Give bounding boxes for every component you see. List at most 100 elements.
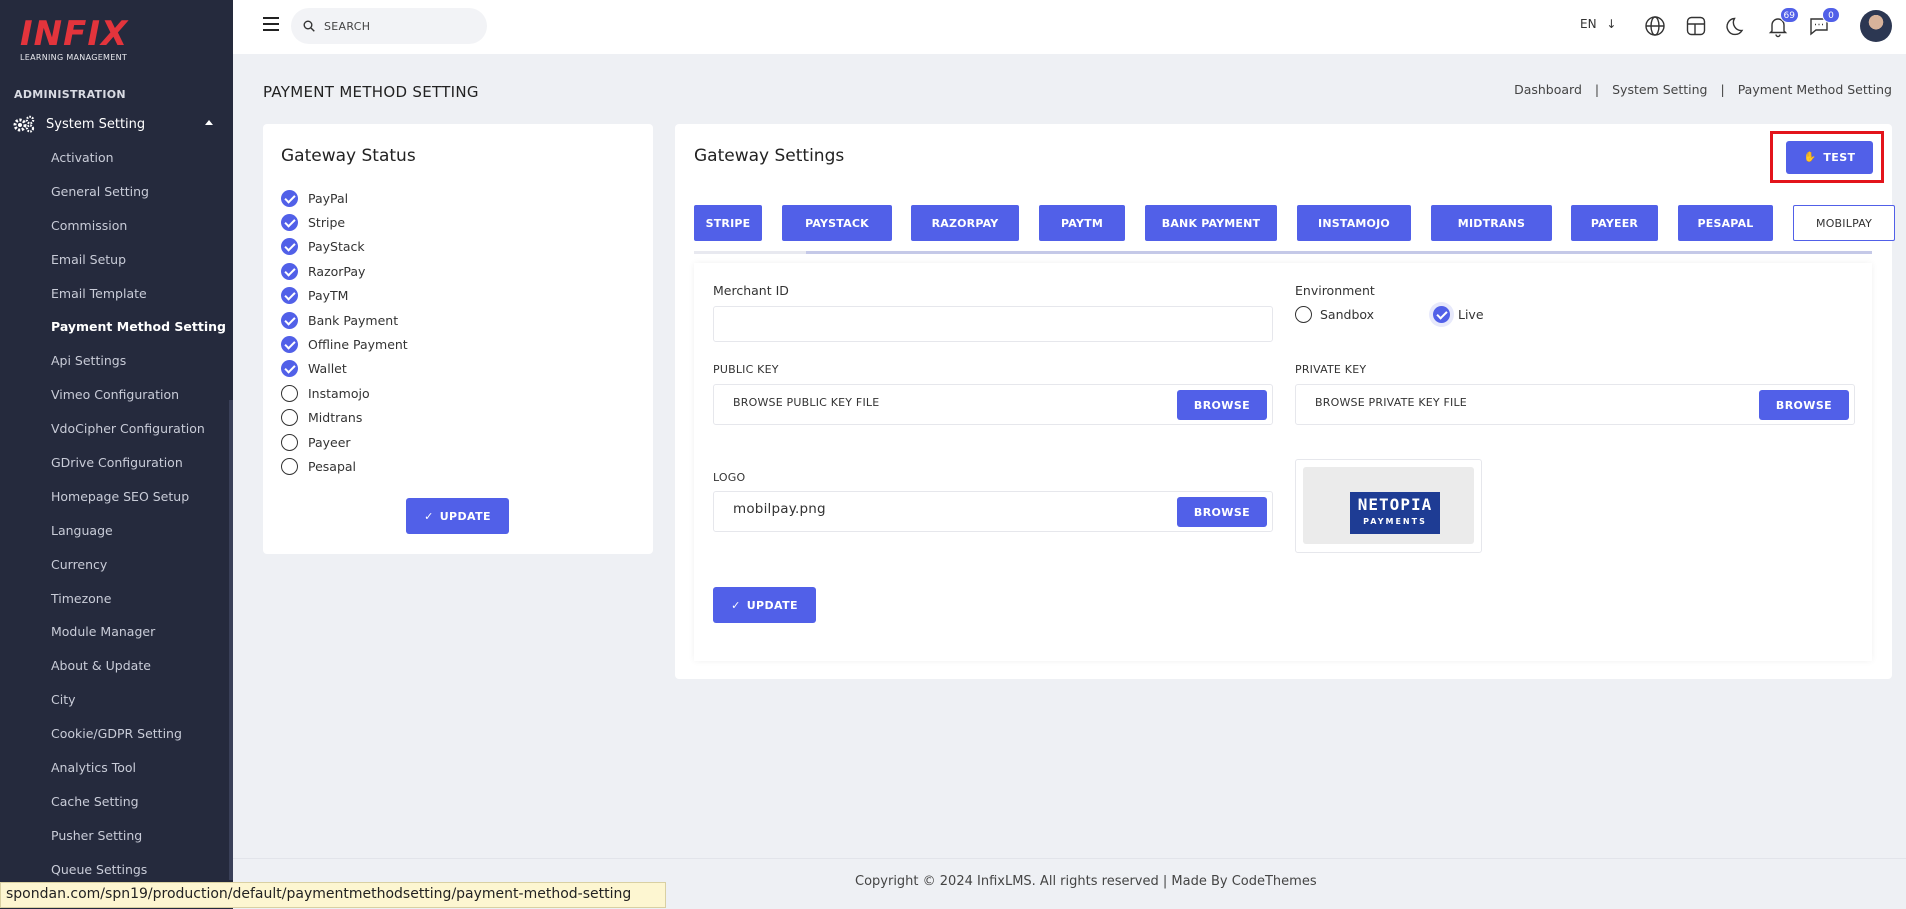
- sidebar-item-gdrive-configuration[interactable]: GDrive Configuration: [51, 452, 226, 486]
- tab-midtrans[interactable]: MIDTRANS: [1431, 205, 1552, 241]
- sidebar-item-email-setup[interactable]: Email Setup: [51, 249, 226, 283]
- footer-copyright: Copyright © 2024 InfixLMS. All rights re…: [855, 874, 1317, 889]
- tab-paytm[interactable]: PAYTM: [1039, 205, 1125, 241]
- tab-pesapal[interactable]: PESAPAL: [1678, 205, 1773, 241]
- sidebar-item-currency[interactable]: Currency: [51, 554, 226, 588]
- notification-bell-icon[interactable]: 69: [1766, 7, 1799, 38]
- environment-live-radio[interactable]: Live: [1433, 306, 1484, 323]
- gateway-status-label: Pesapal: [308, 458, 357, 474]
- brand-name: INFIX: [20, 14, 129, 54]
- tab-paystack[interactable]: PAYSTACK: [782, 205, 892, 241]
- sidebar-item-analytics-tool[interactable]: Analytics Tool: [51, 757, 226, 791]
- brand-logo[interactable]: INFIX LEARNING MANAGEMENT: [20, 16, 140, 66]
- sidebar-item-cache-setting[interactable]: Cache Setting: [51, 791, 226, 825]
- gateway-status-label: Stripe: [308, 215, 346, 231]
- gateway-status-item[interactable]: Payeer: [281, 430, 408, 454]
- gateway-status-item[interactable]: PayPal: [281, 186, 408, 210]
- gateway-settings-update-button[interactable]: ✓ UPDATE: [713, 587, 816, 623]
- sidebar-item-vdocipher-configuration[interactable]: VdoCipher Configuration: [51, 418, 226, 452]
- language-selector[interactable]: EN ↓: [1580, 17, 1616, 31]
- gateway-status-label: Payeer: [308, 434, 351, 450]
- sidebar-item-activation[interactable]: Activation: [51, 147, 226, 181]
- gateway-status-item[interactable]: PayStack: [281, 235, 408, 259]
- gateway-status-update-button[interactable]: ✓ UPDATE: [406, 498, 509, 534]
- gateway-status-item[interactable]: Midtrans: [281, 406, 408, 430]
- sidebar-scrollbar[interactable]: [229, 400, 233, 880]
- merchant-id-input[interactable]: [714, 307, 1272, 341]
- sidebar-item-timezone[interactable]: Timezone: [51, 588, 226, 622]
- brand-subtitle: LEARNING MANAGEMENT: [20, 53, 128, 62]
- sidebar-item-payment-method-setting[interactable]: Payment Method Setting: [51, 316, 226, 350]
- sidebar-group-system-setting[interactable]: System Setting: [12, 114, 217, 134]
- checkbox-unchecked-icon[interactable]: [281, 409, 298, 427]
- checkbox-checked-icon[interactable]: [281, 262, 298, 280]
- search-input[interactable]: [324, 19, 474, 33]
- checkbox-checked-icon[interactable]: [281, 311, 298, 329]
- logo-preview-image: NETOPIA PAYMENTS: [1303, 467, 1474, 544]
- public-key-browse-button[interactable]: BROWSE: [1177, 390, 1267, 420]
- gateway-status-item[interactable]: Stripe: [281, 210, 408, 234]
- sidebar-item-module-manager[interactable]: Module Manager: [51, 621, 226, 655]
- logo-browse-button[interactable]: BROWSE: [1177, 497, 1267, 527]
- message-icon[interactable]: 0: [1807, 7, 1840, 38]
- sidebar-item-pusher-setting[interactable]: Pusher Setting: [51, 825, 226, 859]
- radio-unchecked-icon: [1295, 306, 1312, 323]
- sidebar-item-api-settings[interactable]: Api Settings: [51, 350, 226, 384]
- tab-instamojo[interactable]: INSTAMOJO: [1297, 205, 1411, 241]
- update-label: UPDATE: [746, 598, 798, 612]
- sidebar-item-cookie-gdpr-setting[interactable]: Cookie/GDPR Setting: [51, 723, 226, 757]
- checkbox-checked-icon[interactable]: [281, 336, 298, 354]
- sidebar-item-about-update[interactable]: About & Update: [51, 655, 226, 689]
- moon-icon[interactable]: [1725, 14, 1749, 38]
- sidebar-item-general-setting[interactable]: General Setting: [51, 181, 226, 215]
- checkbox-checked-icon[interactable]: [281, 360, 298, 378]
- checkbox-unchecked-icon[interactable]: [281, 457, 298, 475]
- search-icon: [303, 20, 315, 32]
- gateway-status-item[interactable]: Instamojo: [281, 381, 408, 405]
- layout-icon[interactable]: [1684, 14, 1708, 38]
- search-box[interactable]: [291, 8, 487, 44]
- gateway-status-item[interactable]: Wallet: [281, 357, 408, 381]
- tab-payeer[interactable]: PAYEER: [1571, 205, 1658, 241]
- gateway-status-item[interactable]: Bank Payment: [281, 308, 408, 332]
- tab-mobilpay[interactable]: MOBILPAY: [1793, 205, 1895, 241]
- checkbox-checked-icon[interactable]: [281, 238, 298, 256]
- gateway-status-label: PayTM: [308, 288, 349, 304]
- checkbox-checked-icon[interactable]: [281, 214, 298, 232]
- globe-icon[interactable]: [1643, 14, 1667, 38]
- private-key-field[interactable]: BROWSE PRIVATE KEY FILE BROWSE: [1295, 384, 1855, 425]
- public-key-field[interactable]: BROWSE PUBLIC KEY FILE BROWSE: [713, 384, 1273, 425]
- checkbox-unchecked-icon[interactable]: [281, 384, 298, 402]
- checkbox-checked-icon[interactable]: [281, 287, 298, 305]
- private-key-placeholder: BROWSE PRIVATE KEY FILE: [1315, 396, 1467, 409]
- sidebar-menu: Activation General Setting Commission Email…: [51, 147, 226, 893]
- merchant-id-label: Merchant ID: [713, 283, 789, 298]
- gateway-status-title: Gateway Status: [281, 146, 416, 166]
- logo-file-field[interactable]: mobilpay.png BROWSE: [713, 491, 1273, 532]
- gateway-status-item[interactable]: RazorPay: [281, 259, 408, 283]
- sidebar-item-vimeo-configuration[interactable]: Vimeo Configuration: [51, 384, 226, 418]
- tab-stripe[interactable]: STRIPE: [694, 205, 762, 241]
- checkbox-unchecked-icon[interactable]: [281, 433, 298, 451]
- menu-toggle-icon[interactable]: [263, 17, 279, 31]
- breadcrumb-dashboard[interactable]: Dashboard: [1514, 82, 1582, 97]
- tab-bank-payment[interactable]: BANK PAYMENT: [1145, 205, 1277, 241]
- test-button-highlight: [1770, 131, 1884, 183]
- environment-sandbox-radio[interactable]: Sandbox: [1295, 306, 1374, 323]
- sidebar-item-city[interactable]: City: [51, 689, 226, 723]
- live-label: Live: [1458, 307, 1484, 322]
- gateway-status-item[interactable]: Pesapal: [281, 454, 408, 478]
- breadcrumb-system-setting[interactable]: System Setting: [1612, 82, 1707, 97]
- checkbox-checked-icon[interactable]: [281, 189, 298, 207]
- sidebar-item-homepage-seo-setup[interactable]: Homepage SEO Setup: [51, 486, 226, 520]
- logo-text-payments: PAYMENTS: [1363, 517, 1427, 526]
- gateway-status-item[interactable]: Offline Payment: [281, 332, 408, 356]
- sidebar-item-language[interactable]: Language: [51, 520, 226, 554]
- merchant-id-field[interactable]: [713, 306, 1273, 342]
- user-avatar[interactable]: [1860, 10, 1892, 42]
- gateway-status-item[interactable]: PayTM: [281, 284, 408, 308]
- sidebar-item-email-template[interactable]: Email Template: [51, 283, 226, 317]
- sidebar-item-commission[interactable]: Commission: [51, 215, 226, 249]
- tab-razorpay[interactable]: RAZORPAY: [911, 205, 1019, 241]
- private-key-browse-button[interactable]: BROWSE: [1759, 390, 1849, 420]
